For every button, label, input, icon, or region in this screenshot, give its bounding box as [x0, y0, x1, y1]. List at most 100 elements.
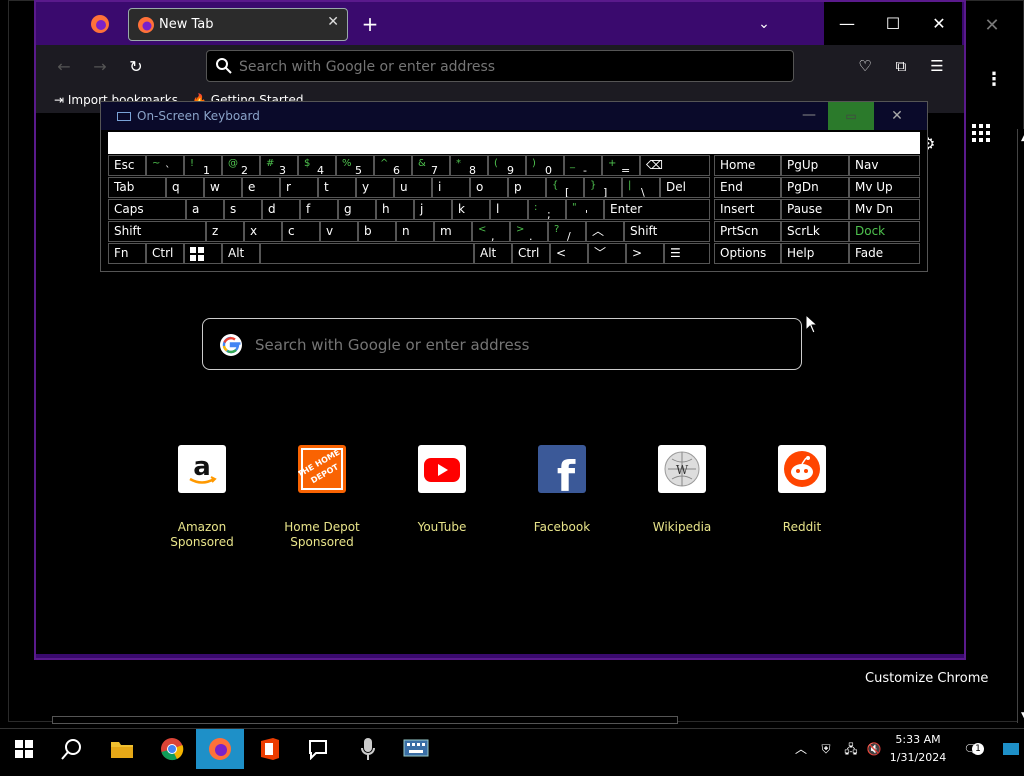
tile-wikipedia[interactable]: W Wikipedia	[632, 445, 732, 535]
close-window-icon[interactable]: ✕	[916, 2, 962, 45]
key-up-arrow[interactable]: ︿	[586, 221, 624, 242]
key-f[interactable]: f	[300, 199, 338, 220]
back-icon[interactable]: ←	[50, 53, 78, 81]
tile-reddit[interactable]: Reddit	[752, 445, 852, 535]
close-tab-icon[interactable]: ✕	[327, 14, 339, 30]
clock[interactable]: 5:33 AM 1/31/2024	[888, 731, 948, 767]
key-x[interactable]: x	[244, 221, 282, 242]
key-c[interactable]: c	[282, 221, 320, 242]
key-tab[interactable]: Tab	[108, 177, 166, 198]
key-scrlk[interactable]: ScrLk	[781, 221, 849, 242]
key-right-arrow[interactable]: >	[626, 243, 664, 264]
key-slash[interactable]: ? /	[548, 221, 586, 242]
url-bar[interactable]	[206, 50, 794, 82]
key-alt-right[interactable]: Alt	[474, 243, 512, 264]
file-explorer-button[interactable]	[98, 729, 146, 769]
extensions-icon[interactable]: ⧉	[888, 53, 914, 79]
osk-title-bar[interactable]: On-Screen Keyboard — ▭ ✕	[101, 102, 927, 130]
key-caps[interactable]: Caps	[108, 199, 186, 220]
key-s[interactable]: s	[224, 199, 262, 220]
key-o[interactable]: o	[470, 177, 508, 198]
key-r[interactable]: r	[280, 177, 318, 198]
key-enter[interactable]: Enter	[604, 199, 710, 220]
key-options[interactable]: Options	[714, 243, 781, 264]
key-backtick[interactable]: ~ `	[146, 155, 184, 176]
key-alt-left[interactable]: Alt	[222, 243, 260, 264]
osk-restore-icon[interactable]: ▭	[828, 102, 874, 130]
key-m[interactable]: m	[434, 221, 472, 242]
show-desktop-button[interactable]	[998, 729, 1024, 769]
maximize-icon[interactable]: ☐	[870, 2, 916, 45]
key-prtscn[interactable]: PrtScn	[714, 221, 781, 242]
key-b[interactable]: b	[358, 221, 396, 242]
key-help[interactable]: Help	[781, 243, 849, 264]
key-q[interactable]: q	[166, 177, 204, 198]
key-t[interactable]: t	[318, 177, 356, 198]
key-z[interactable]: z	[206, 221, 244, 242]
url-input[interactable]	[239, 55, 779, 79]
volume-muted-icon[interactable]: 🔇	[863, 729, 885, 769]
tile-youtube[interactable]: YouTube	[392, 445, 492, 535]
key-del[interactable]: Del	[660, 177, 710, 198]
key-nav[interactable]: Nav	[849, 155, 920, 176]
hamburger-menu-icon[interactable]: ☰	[924, 53, 950, 79]
key-esc[interactable]: Esc	[108, 155, 146, 176]
key-insert[interactable]: Insert	[714, 199, 781, 220]
key-equals[interactable]: + =	[602, 155, 640, 176]
menu-kebab-icon[interactable]: ⋮	[984, 65, 1004, 95]
key-pgup[interactable]: PgUp	[781, 155, 849, 176]
newtab-search-input[interactable]	[255, 331, 785, 359]
key-end[interactable]: End	[714, 177, 781, 198]
key-1[interactable]: ! 1	[184, 155, 222, 176]
customize-chrome-button[interactable]: Customize Chrome	[865, 671, 988, 686]
key-mv-dn[interactable]: Mv Dn	[849, 199, 920, 220]
key-home[interactable]: Home	[714, 155, 781, 176]
list-tabs-icon[interactable]: ⌄	[753, 10, 775, 38]
key-y[interactable]: y	[356, 177, 394, 198]
vertical-scrollbar[interactable]: ▲ ▼	[1017, 129, 1024, 723]
key-down-arrow[interactable]: ﹀	[588, 243, 626, 264]
office-button[interactable]	[246, 729, 294, 769]
key-backspace[interactable]: ⌫	[640, 155, 710, 176]
key-dock[interactable]: Dock	[849, 221, 920, 242]
network-icon[interactable]: 🖧	[840, 729, 862, 769]
new-tab-button[interactable]: +	[358, 10, 382, 38]
key-n[interactable]: n	[396, 221, 434, 242]
key-i[interactable]: i	[432, 177, 470, 198]
key-8[interactable]: * 8	[450, 155, 488, 176]
horizontal-scrollbar[interactable]	[52, 716, 678, 724]
key-right-bracket[interactable]: }]	[584, 177, 622, 198]
firefox-taskbar-button[interactable]	[196, 729, 244, 769]
tile-facebook[interactable]: f Facebook	[512, 445, 612, 535]
reload-icon[interactable]: ↻	[122, 53, 150, 81]
tab-new-tab[interactable]: New Tab ✕	[128, 8, 348, 41]
key-shift-right[interactable]: Shift	[624, 221, 710, 242]
key-shift-left[interactable]: Shift	[108, 221, 206, 242]
minimize-icon[interactable]: —	[824, 2, 870, 45]
key-9[interactable]: (9	[488, 155, 526, 176]
key-ctrl-left[interactable]: Ctrl	[146, 243, 184, 264]
forward-icon[interactable]: →	[86, 53, 114, 81]
key-quote[interactable]: " '	[566, 199, 604, 220]
key-k[interactable]: k	[452, 199, 490, 220]
key-windows[interactable]	[184, 243, 222, 264]
notifications-icon[interactable]: 🗨 1	[958, 729, 984, 769]
key-pgdn[interactable]: PgDn	[781, 177, 849, 198]
apps-grid-icon[interactable]	[971, 123, 993, 145]
key-left-bracket[interactable]: {[	[546, 177, 584, 198]
osk-minimize-icon[interactable]: —	[791, 102, 827, 130]
key-w[interactable]: w	[204, 177, 242, 198]
key-3[interactable]: #3	[260, 155, 298, 176]
key-u[interactable]: u	[394, 177, 432, 198]
key-d[interactable]: d	[262, 199, 300, 220]
osk-close-icon[interactable]: ✕	[879, 102, 915, 130]
security-icon[interactable]: ⛨	[815, 729, 837, 769]
chrome-button[interactable]	[148, 729, 196, 769]
key-mv-up[interactable]: Mv Up	[849, 177, 920, 198]
key-7[interactable]: & 7	[412, 155, 450, 176]
key-semicolon[interactable]: :;	[528, 199, 566, 220]
key-p[interactable]: p	[508, 177, 546, 198]
firefox-view-icon[interactable]	[90, 14, 110, 34]
key-period[interactable]: >.	[510, 221, 548, 242]
key-left-arrow[interactable]: <	[550, 243, 588, 264]
